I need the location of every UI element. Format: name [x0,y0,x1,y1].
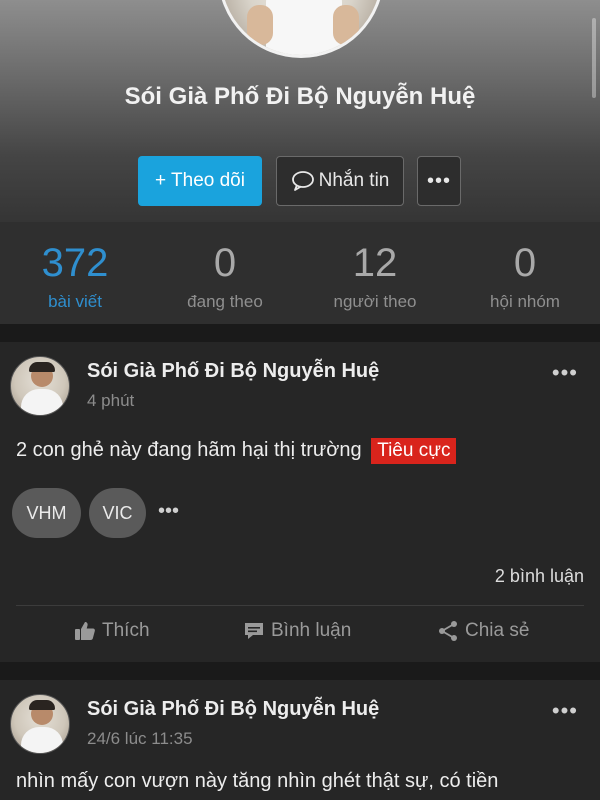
follow-button[interactable]: + Theo dõi [138,156,262,206]
divider [16,605,584,606]
like-label: Thích [102,620,150,641]
sentiment-badge: Tiêu cực [371,438,457,464]
chat-bubble-icon [291,170,315,192]
stat-label: người theo [333,292,417,311]
follow-label: + Theo dõi [155,170,245,191]
post-author-avatar[interactable] [10,356,70,416]
comment-icon [243,621,265,641]
profile-name: Sói Già Phố Đi Bộ Nguyễn Huệ [124,83,476,110]
post-timestamp: 4 phút [87,391,135,410]
comment-button[interactable]: Bình luận [243,620,351,642]
post-card [0,342,600,662]
message-label: Nhắn tin [318,170,390,191]
stat-following[interactable]: 0 đang theo [150,222,300,324]
profile-stats: 372 bài viết 0 đang theo 12 người theo 0… [0,222,600,324]
like-button[interactable]: Thích [74,620,150,642]
profile-header: Sói Già Phố Đi Bộ Nguyễn Huệ + Theo dõi … [0,0,600,222]
post-author-avatar[interactable] [10,694,70,754]
more-options-button[interactable]: ••• [417,156,461,206]
more-tickers-button[interactable]: ••• [158,500,179,523]
stat-label: bài viết [48,292,102,311]
stat-label: hội nhóm [490,292,560,311]
message-button[interactable]: Nhắn tin [276,156,404,206]
post-author-name[interactable]: Sói Già Phố Đi Bộ Nguyễn Huệ [87,360,379,383]
post-timestamp: 24/6 lúc 11:35 [87,729,193,748]
post-text: nhìn mấy con vượn này tăng nhìn ghét thậ… [16,770,499,792]
post-menu-button[interactable]: ••• [552,698,578,724]
stat-value: 372 [41,241,109,285]
stat-followers[interactable]: 12 người theo [300,222,450,324]
stat-label: đang theo [187,292,263,311]
comment-label: Bình luận [271,620,352,641]
more-dots-icon: ••• [426,169,451,192]
post-text: 2 con ghẻ này đang hãm hại thị trường Ti… [16,438,457,464]
stat-value: 12 [352,241,398,285]
share-button[interactable]: Chia sẻ [437,620,529,642]
ticker-chip-vic[interactable]: VIC [89,488,146,538]
post-author-name[interactable]: Sói Già Phố Đi Bộ Nguyễn Huệ [87,698,379,721]
stat-groups[interactable]: 0 hội nhóm [450,222,600,324]
ticker-chip-vhm[interactable]: VHM [12,488,81,538]
profile-avatar[interactable] [218,0,384,58]
post-text-content: 2 con ghẻ này đang hãm hại thị trường [16,439,362,461]
stat-value: 0 [213,241,237,285]
share-icon [437,620,459,642]
stat-value: 0 [513,241,537,285]
share-label: Chia sẻ [465,620,530,641]
comment-count[interactable]: 2 bình luận [495,566,584,587]
thumbs-up-icon [74,621,96,641]
stat-posts[interactable]: 372 bài viết [0,222,150,324]
post-menu-button[interactable]: ••• [552,360,578,386]
